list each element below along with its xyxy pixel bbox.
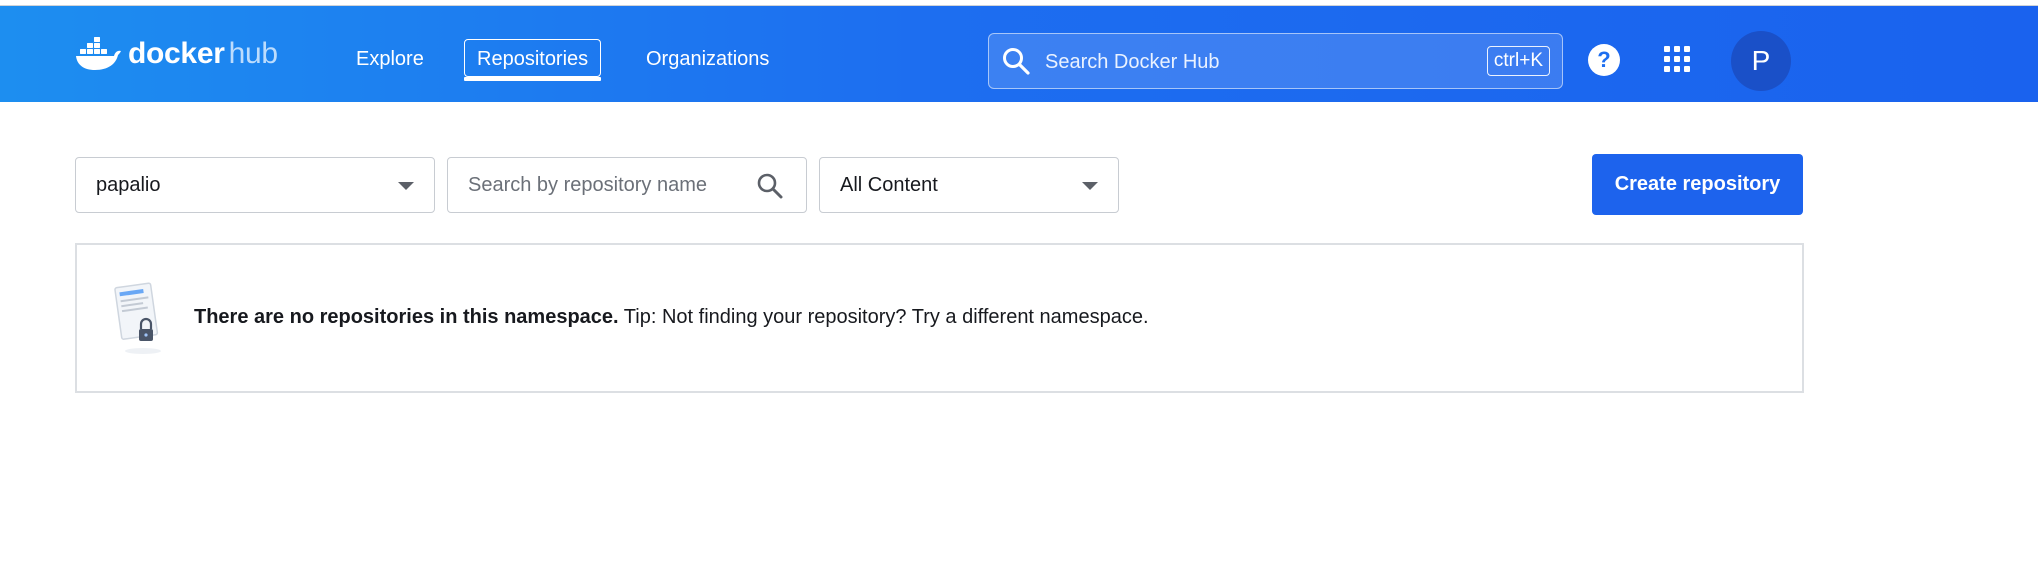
empty-state-title: There are no repositories in this namesp… <box>194 306 619 328</box>
top-navigation-bar: docker hub Explore Repositories Organiza… <box>0 6 2038 102</box>
docker-hub-logo[interactable]: docker hub <box>74 32 278 76</box>
search-icon[interactable] <box>756 172 784 200</box>
repository-search-input[interactable] <box>448 158 768 212</box>
user-avatar[interactable]: P <box>1731 31 1791 91</box>
search-icon <box>1003 48 1030 75</box>
logo-docker-text: docker <box>128 37 225 70</box>
namespace-select-value: papalio <box>96 174 161 196</box>
global-search-placeholder: Search Docker Hub <box>1045 51 1220 73</box>
search-shortcut-hint: ctrl+K <box>1486 46 1550 76</box>
chevron-down-icon <box>398 182 414 190</box>
logo-hub-text: hub <box>228 37 278 70</box>
empty-state-panel: There are no repositories in this namesp… <box>75 243 1804 393</box>
content-filter-value: All Content <box>840 174 938 196</box>
empty-state-tip: Tip: Not finding your repository? Try a … <box>623 306 1149 328</box>
content-filter-select[interactable]: All Content <box>819 157 1119 213</box>
empty-state-message: There are no repositories in this namesp… <box>194 245 1149 389</box>
create-repository-button[interactable]: Create repository <box>1592 154 1803 215</box>
docker-whale-icon <box>76 37 121 70</box>
chevron-down-icon <box>1082 182 1098 190</box>
nav-repositories[interactable]: Repositories <box>464 39 602 81</box>
help-icon[interactable]: ? <box>1588 44 1620 76</box>
apps-grid-icon[interactable] <box>1664 46 1690 72</box>
repository-search-box <box>447 157 807 213</box>
global-search-box[interactable]: Search Docker Hub ctrl+K <box>988 33 1563 89</box>
empty-repository-illustration-icon <box>114 282 161 354</box>
nav-explore[interactable]: Explore <box>356 39 424 79</box>
namespace-select[interactable]: papalio <box>75 157 435 213</box>
nav-organizations[interactable]: Organizations <box>646 39 769 79</box>
